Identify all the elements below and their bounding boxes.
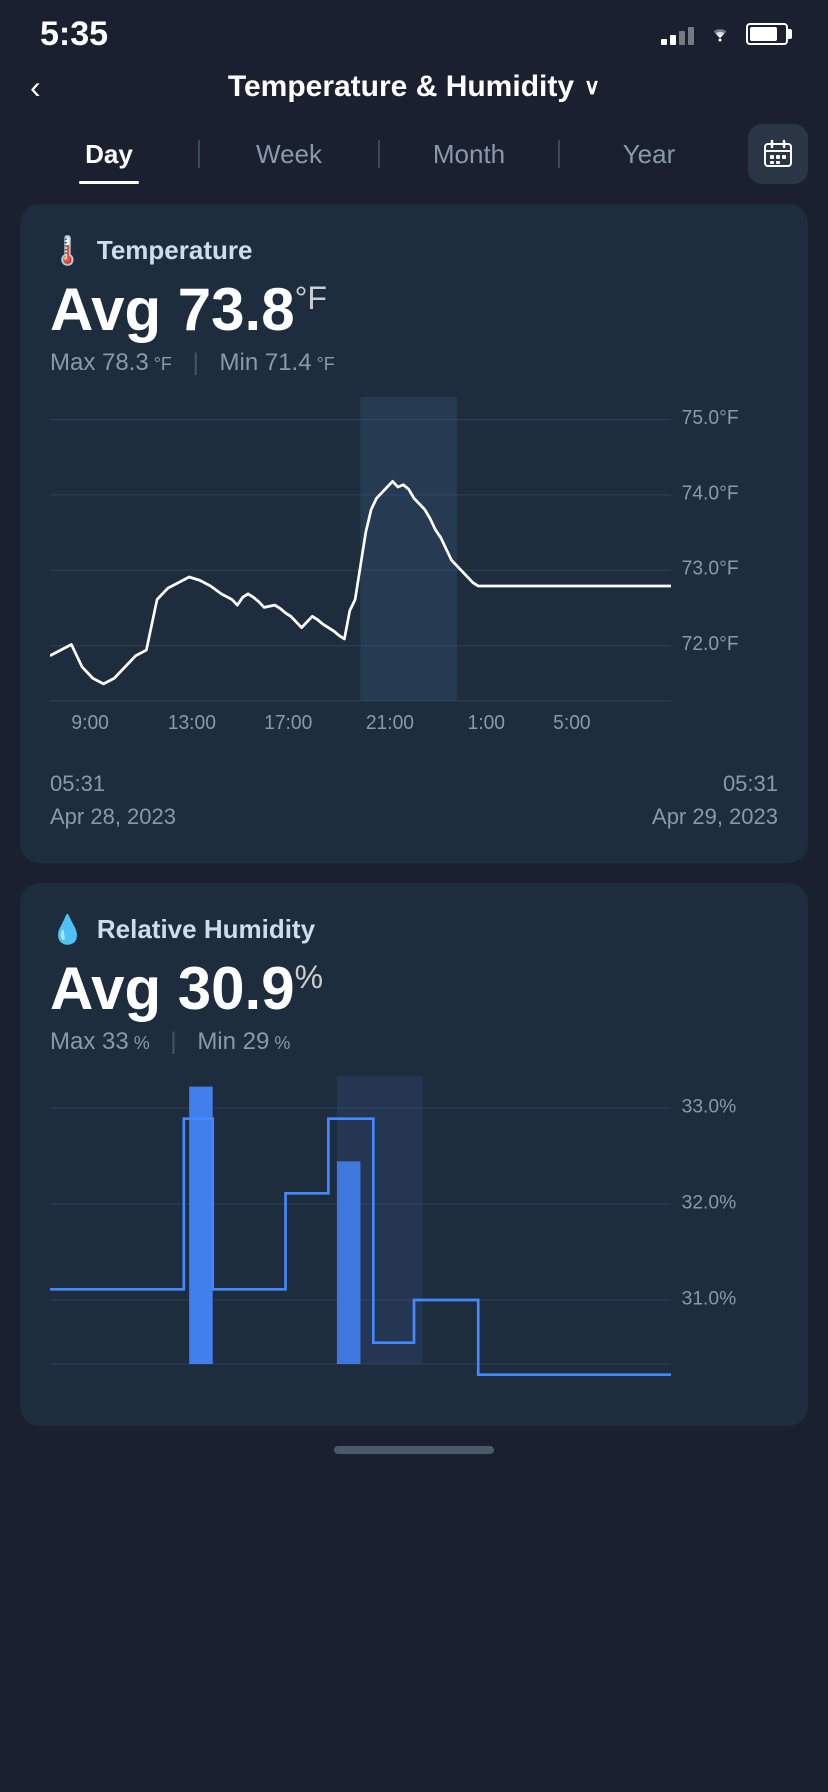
- temperature-card: 🌡️ Temperature Avg 73.8°F Max 78.3 °F | …: [20, 204, 808, 863]
- humidity-minmax: Max 33 % | Min 29 %: [50, 1028, 778, 1056]
- humidity-avg-value: Avg 30.9%: [50, 956, 778, 1022]
- droplet-icon: 💧: [50, 913, 85, 946]
- status-bar: 5:35: [0, 0, 828, 60]
- back-button[interactable]: ‹: [30, 69, 41, 106]
- svg-text:1:00: 1:00: [468, 711, 505, 734]
- thermometer-icon: 🌡️: [50, 234, 85, 267]
- humidity-min-label: Min 29 %: [197, 1028, 290, 1055]
- svg-text:73.0°F: 73.0°F: [682, 557, 739, 580]
- svg-text:74.0°F: 74.0°F: [682, 482, 739, 505]
- humidity-section-header: 💧 Relative Humidity: [50, 913, 778, 946]
- scroll-indicator: [334, 1446, 494, 1454]
- humidity-chart: 33.0% 32.0% 31.0%: [50, 1076, 778, 1396]
- temp-section-title: Temperature: [97, 235, 253, 266]
- svg-text:33.0%: 33.0%: [682, 1096, 737, 1117]
- page-title: Temperature & Humidity ∨: [228, 70, 600, 104]
- battery-icon: [746, 23, 788, 45]
- svg-text:5:00: 5:00: [553, 711, 590, 734]
- temp-avg-value: Avg 73.8°F: [50, 277, 778, 343]
- tab-week[interactable]: Week: [200, 125, 378, 184]
- temp-date-start: 05:31 Apr 28, 2023: [50, 767, 176, 833]
- status-time: 5:35: [40, 15, 108, 54]
- tab-month[interactable]: Month: [380, 125, 558, 184]
- temperature-chart: 75.0°F 74.0°F 73.0°F 72.0°F 9:00 13:00 1…: [50, 397, 778, 757]
- tab-day[interactable]: Day: [20, 125, 198, 184]
- svg-text:32.0%: 32.0%: [682, 1192, 737, 1213]
- temp-min-label: Min 71.4 °F: [220, 349, 335, 376]
- header: ‹ Temperature & Humidity ∨: [0, 60, 828, 124]
- temp-max-label: Max 78.3 °F: [50, 349, 172, 376]
- svg-text:75.0°F: 75.0°F: [682, 407, 739, 430]
- svg-text:17:00: 17:00: [264, 711, 312, 734]
- calendar-button[interactable]: [748, 124, 808, 184]
- svg-text:31.0%: 31.0%: [682, 1288, 737, 1309]
- temp-section-header: 🌡️ Temperature: [50, 234, 778, 267]
- svg-text:13:00: 13:00: [168, 711, 216, 734]
- temp-date-range: 05:31 Apr 28, 2023 05:31 Apr 29, 2023: [50, 767, 778, 833]
- humidity-section-title: Relative Humidity: [97, 914, 315, 945]
- tab-year[interactable]: Year: [560, 125, 738, 184]
- dropdown-chevron-icon[interactable]: ∨: [584, 74, 600, 100]
- svg-text:72.0°F: 72.0°F: [682, 633, 739, 656]
- temp-minmax: Max 78.3 °F | Min 71.4 °F: [50, 349, 778, 377]
- status-icons: [661, 20, 788, 48]
- temp-date-end: 05:31 Apr 29, 2023: [652, 767, 778, 833]
- tab-bar: Day Week Month Year: [0, 124, 828, 184]
- svg-text:9:00: 9:00: [71, 711, 108, 734]
- signal-icon: [661, 23, 694, 45]
- humidity-card: 💧 Relative Humidity Avg 30.9% Max 33 % |…: [20, 883, 808, 1426]
- humidity-max-label: Max 33 %: [50, 1028, 150, 1055]
- svg-text:21:00: 21:00: [366, 711, 414, 734]
- wifi-icon: [706, 20, 734, 48]
